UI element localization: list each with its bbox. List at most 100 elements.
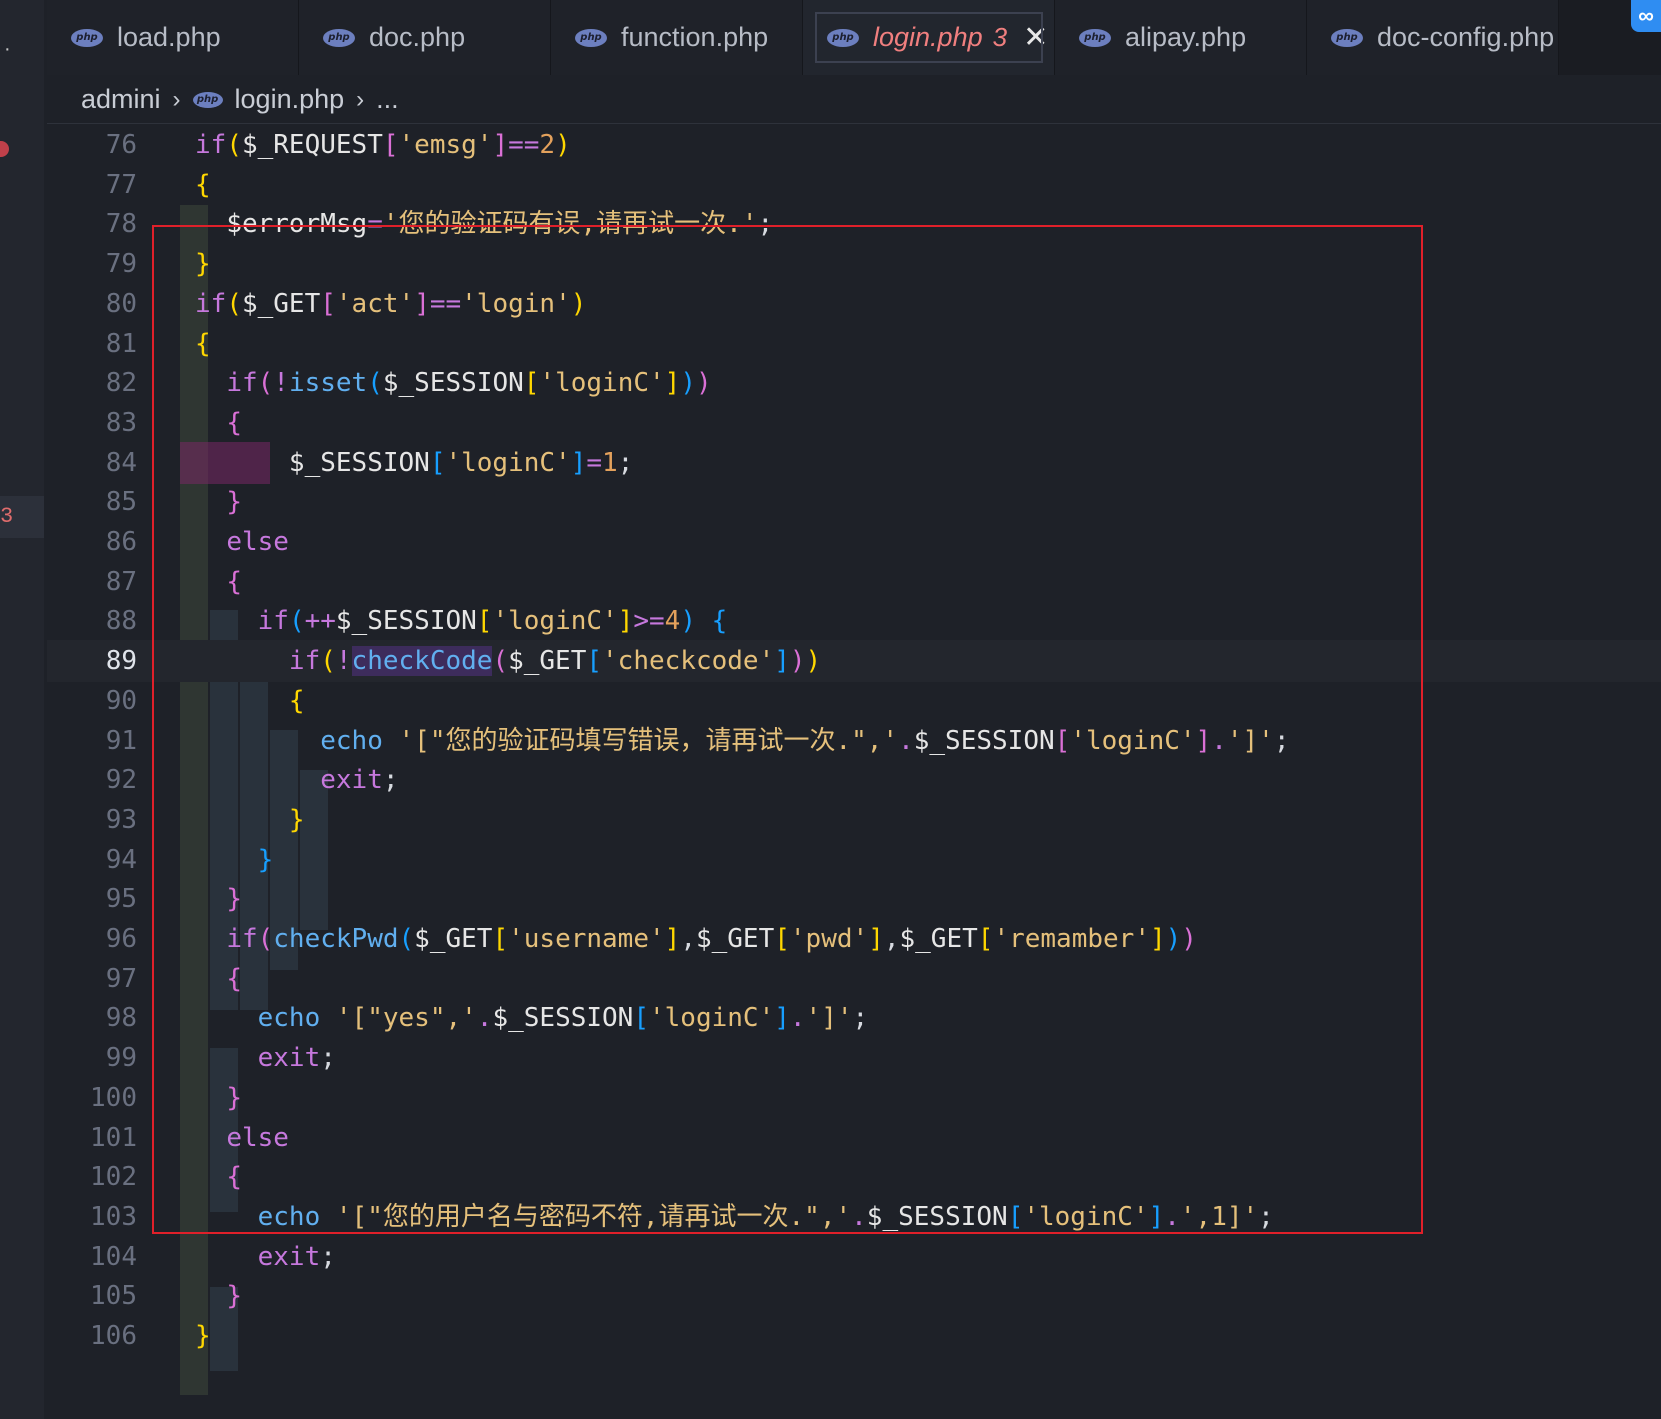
tab-login-php[interactable]: php login.php 3 ✕ (803, 0, 1055, 75)
code-token: ; (1258, 1201, 1274, 1232)
problems-count-badge[interactable]: 3 (0, 496, 44, 538)
line-number[interactable]: 77 (47, 164, 137, 206)
tab-doc-php[interactable]: php doc.php (299, 0, 551, 75)
line-number[interactable]: 76 (47, 130, 137, 166)
code-token: ( (398, 924, 415, 954)
code-line[interactable]: 85 } (47, 481, 1661, 523)
tab-load-php[interactable]: php load.php (47, 0, 299, 75)
code-line[interactable]: 97 { (47, 958, 1661, 1000)
php-file-icon: php (1331, 28, 1363, 47)
code-line[interactable]: 91 echo '["您的验证码填写错误，请再试一次.",'.$_SESSION… (47, 720, 1661, 762)
code-text: } (195, 878, 242, 920)
line-number[interactable]: 105 (47, 1275, 137, 1317)
code-line[interactable]: 98 echo '["yes",'.$_SESSION['loginC'].']… (47, 997, 1661, 1039)
line-number[interactable]: 100 (47, 1077, 137, 1119)
line-number[interactable]: 83 (47, 402, 137, 444)
link-icon[interactable]: ∞ (1631, 0, 1661, 32)
code-line[interactable]: 104 exit; (47, 1236, 1661, 1278)
code-line[interactable]: 80 if($_GET['act']=='login') (47, 283, 1661, 325)
line-number[interactable]: 91 (47, 720, 137, 762)
line-number[interactable]: 103 (47, 1196, 137, 1238)
line-number[interactable]: 94 (47, 839, 137, 881)
tab-function-php[interactable]: php function.php (551, 0, 803, 75)
line-number[interactable]: 96 (47, 918, 137, 960)
line-number[interactable]: 87 (47, 561, 137, 603)
line-number[interactable]: 89 (47, 640, 137, 682)
code-line[interactable]: 84 $_SESSION['loginC']=1; (47, 442, 1661, 484)
line-number[interactable]: 101 (47, 1117, 137, 1159)
code-token: [ (586, 646, 603, 677)
line-number[interactable]: 85 (47, 481, 137, 523)
code-token: if (226, 368, 258, 399)
code-token: ; (852, 1003, 869, 1034)
code-line[interactable]: 90 { (47, 680, 1661, 722)
line-number[interactable]: 93 (47, 799, 137, 841)
code-line[interactable]: 88 if(++$_SESSION['loginC']>=4) { (47, 600, 1661, 642)
code-line[interactable]: 95 } (47, 878, 1661, 920)
line-number[interactable]: 98 (47, 997, 137, 1039)
code-line[interactable]: 86 else (47, 521, 1661, 563)
code-token: exit (257, 1241, 321, 1272)
line-number[interactable]: 97 (47, 958, 137, 1000)
code-editor[interactable]: 76 if($_REQUEST['emsg']==2) 77{78 $errorMs… (47, 130, 1661, 1419)
code-line[interactable]: 93 } (47, 799, 1661, 841)
code-line[interactable]: 106} (47, 1315, 1661, 1357)
php-file-icon: php (192, 91, 223, 108)
code-token: ; (1273, 725, 1290, 756)
tab-alipay-php[interactable]: php alipay.php (1055, 0, 1307, 75)
line-number[interactable]: 92 (47, 759, 137, 801)
code-line[interactable]: 94 } (47, 839, 1661, 881)
code-line[interactable]: 82 if(!isset($_SESSION['loginC'])) (47, 362, 1661, 404)
breadcrumb-file[interactable]: login.php (235, 84, 345, 115)
code-line[interactable]: 103 echo '["您的用户名与密码不符,请再试一次.",'.$_SESSI… (47, 1196, 1661, 1238)
code-line[interactable]: 92 exit; (47, 759, 1661, 801)
tab-label: alipay.php (1125, 22, 1247, 52)
code-line[interactable]: 100 } (47, 1077, 1661, 1119)
code-text: if(++$_SESSION['loginC']>=4) { (195, 600, 728, 642)
code-token: ++ (304, 606, 336, 637)
breadcrumb-more[interactable]: ... (376, 84, 399, 115)
code-line[interactable]: 99 exit; (47, 1037, 1661, 1079)
line-number[interactable]: 82 (47, 362, 137, 404)
line-number[interactable]: 78 (47, 203, 137, 245)
line-number[interactable]: 80 (47, 283, 137, 325)
code-text: exit; (195, 1236, 336, 1278)
code-line[interactable]: 96 if(checkPwd($_GET['username'],$_GET['… (47, 918, 1661, 960)
code-line[interactable]: 81 { (47, 323, 1661, 365)
breadcrumb-folder[interactable]: admini (81, 84, 161, 115)
line-number[interactable]: 102 (47, 1156, 137, 1198)
code-line[interactable]: 89 if(!checkCode($_GET['checkcode'])) (47, 640, 1661, 683)
code-line[interactable]: 76 if($_REQUEST['emsg']==2) (47, 130, 1661, 166)
line-number[interactable]: 81 (47, 323, 137, 365)
line-number[interactable]: 88 (47, 600, 137, 642)
line-number[interactable]: 106 (47, 1315, 137, 1357)
code-line[interactable]: 79} (47, 243, 1661, 285)
line-number[interactable]: 79 (47, 243, 137, 285)
tab-doc-config-php[interactable]: php doc-config.php (1307, 0, 1559, 75)
line-number[interactable]: 84 (47, 442, 137, 484)
code-line[interactable]: 105 } (47, 1275, 1661, 1317)
code-line[interactable]: 87 { (47, 561, 1661, 603)
close-icon[interactable]: ✕ (1023, 22, 1048, 53)
code-line[interactable]: 77 { (47, 164, 1661, 206)
code-token: ( (492, 646, 509, 677)
line-number[interactable]: 99 (47, 1037, 137, 1079)
code-token: $_GET (241, 288, 321, 319)
line-number[interactable]: 90 (47, 680, 137, 722)
code-line[interactable]: 78 $errorMsg='您的验证码有误,请再试一次.'; (47, 203, 1661, 245)
line-number[interactable]: 95 (47, 878, 137, 920)
line-number[interactable]: 86 (47, 521, 137, 563)
code-line[interactable]: 83 { (47, 402, 1661, 444)
line-number[interactable]: 104 (47, 1236, 137, 1278)
code-token: } (226, 487, 242, 518)
code-token: [ (774, 924, 790, 954)
code-line[interactable]: 101 else (47, 1117, 1661, 1159)
code-line[interactable]: 102 { (47, 1156, 1661, 1198)
